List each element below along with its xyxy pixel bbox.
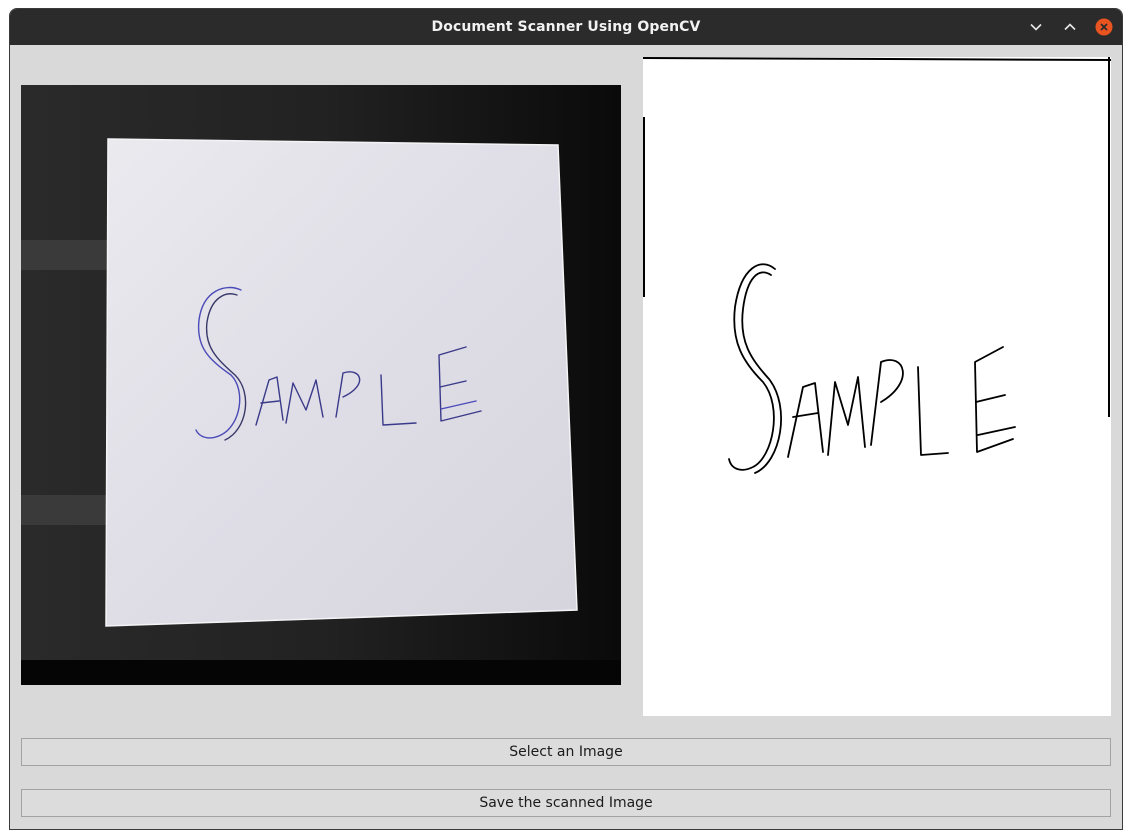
original-image-panel bbox=[21, 85, 621, 685]
scanned-image bbox=[643, 57, 1111, 716]
title-bar[interactable]: Document Scanner Using OpenCV bbox=[10, 9, 1122, 45]
close-icon bbox=[1095, 18, 1113, 36]
save-scanned-image-button[interactable]: Save the scanned Image bbox=[21, 789, 1111, 817]
scanned-image-panel bbox=[643, 57, 1111, 716]
select-image-button[interactable]: Select an Image bbox=[21, 738, 1111, 766]
minimize-button[interactable] bbox=[1022, 9, 1050, 45]
chevron-up-icon bbox=[1064, 23, 1076, 31]
original-image bbox=[21, 85, 621, 685]
chevron-down-icon bbox=[1030, 23, 1042, 31]
close-button[interactable] bbox=[1090, 9, 1118, 45]
maximize-button[interactable] bbox=[1056, 9, 1084, 45]
window-title: Document Scanner Using OpenCV bbox=[431, 19, 701, 35]
app-window: Document Scanner Using OpenCV Select an … bbox=[9, 8, 1123, 830]
